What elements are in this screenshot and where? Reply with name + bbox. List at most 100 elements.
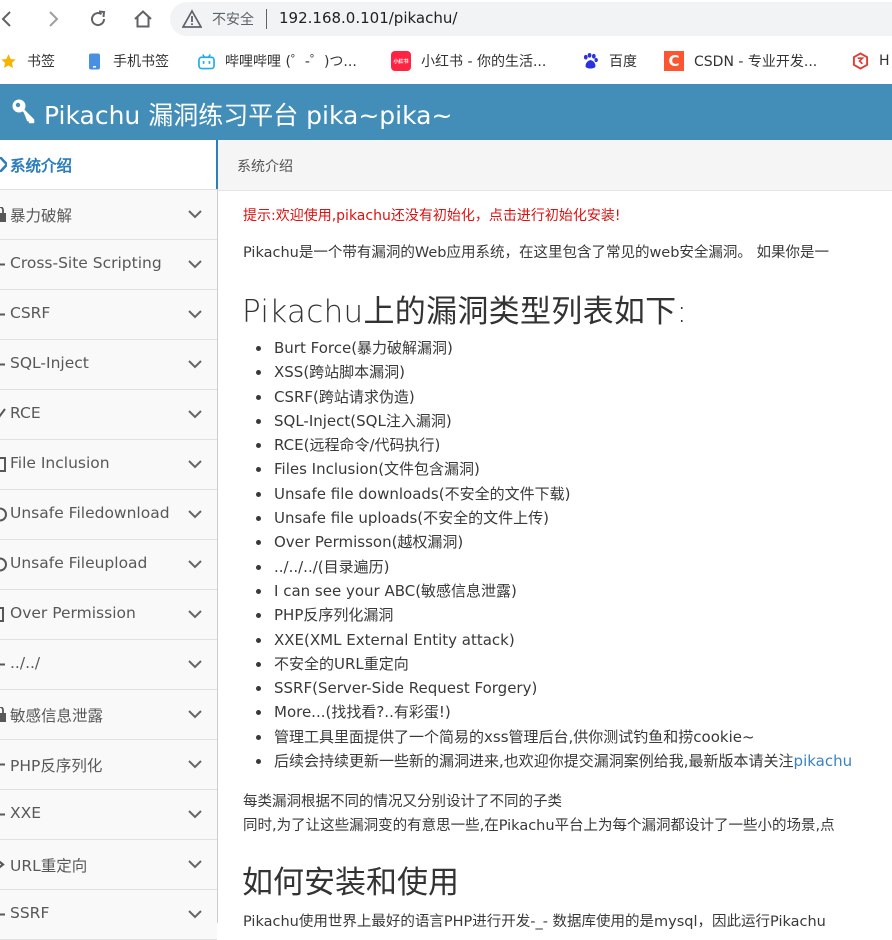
warning-icon[interactable] — [182, 9, 202, 29]
bookmark-label: CSDN - 专业开发... — [694, 54, 818, 70]
list-item: Unsafe file downloads(不安全的文件下载) — [252, 482, 852, 506]
sidebar-item-label: 系统介绍 — [10, 157, 73, 175]
sidebar-item-intro[interactable]: 系统介绍 — [0, 140, 218, 190]
bookmark-bilibili[interactable]: 哔哩哔哩 (゜-゜)つ... — [198, 49, 357, 73]
bookmarks-bar: 书签 手机书签 哔哩哔哩 (゜-゜)つ... 小红书 小红书 - 你的生活...… — [0, 39, 892, 85]
sidebar-item-label: XXE — [10, 804, 42, 822]
sidebar-item-xss[interactable]: Cross-Site Scripting — [0, 240, 217, 290]
sidebar-item-xxe[interactable]: XXE — [0, 790, 217, 840]
sidebar-item-ssrf[interactable]: SSRF — [0, 890, 217, 940]
sidebar-item-url-redirect[interactable]: URL重定向 — [0, 840, 217, 890]
bullet-icon — [0, 907, 7, 922]
sidebar-item-label: SSRF — [10, 904, 50, 922]
chevron-down-icon[interactable] — [187, 308, 203, 320]
home-button[interactable] — [129, 5, 157, 33]
h-site-icon — [852, 52, 869, 70]
list-item: PHP反序列化漏洞 — [252, 603, 852, 627]
file-icon — [0, 457, 7, 472]
chevron-down-icon[interactable] — [187, 658, 203, 670]
sidebar-item-csrf[interactable]: CSRF — [0, 290, 217, 340]
chevron-down-icon[interactable] — [187, 408, 203, 420]
address-divider — [266, 9, 267, 29]
arrow-icon — [0, 157, 7, 172]
chevron-down-icon[interactable] — [187, 808, 203, 820]
sidebar-item-unsafe-fileupload[interactable]: Unsafe Fileupload — [0, 540, 217, 590]
sidebar-item-brute-force[interactable]: 暴力破解 — [0, 190, 217, 240]
list-item: XSS(跨站脚本漏洞) — [252, 360, 852, 384]
chevron-down-icon[interactable] — [187, 558, 203, 570]
bookmark-xiaohongshu[interactable]: 小红书 小红书 - 你的生活... — [391, 49, 546, 73]
bookmark-csdn[interactable]: C CSDN - 专业开发... — [664, 49, 817, 73]
chevron-down-icon[interactable] — [187, 458, 203, 470]
bookmark-label: 书签 — [27, 54, 55, 70]
list-item: Files Inclusion(文件包含漏洞) — [252, 457, 852, 481]
chevron-down-icon[interactable] — [187, 208, 203, 220]
lock-icon — [0, 707, 7, 722]
bookmark-folder-mobile[interactable]: 手机书签 — [86, 49, 169, 73]
chevron-down-icon[interactable] — [187, 908, 203, 920]
bookmark-baidu[interactable]: 百度 — [582, 49, 637, 73]
key-icon — [12, 99, 35, 124]
browser-toolbar: 不安全 192.168.0.101/pikachu/ — [0, 0, 892, 39]
app-title[interactable]: Pikachu 漏洞练习平台 pika~pika~ — [44, 96, 452, 132]
breadcrumb: 系统介绍 — [218, 140, 892, 191]
scenario-text: 同时,为了让这些漏洞变的有意思一些,在Pikachu平台上为每个漏洞都设计了一些… — [243, 818, 835, 834]
sidebar-item-php-unserialize[interactable]: PHP反序列化 — [0, 740, 217, 790]
list-item: I can see your ABC(敏感信息泄露) — [252, 579, 852, 603]
sidebar-item-label: PHP反序列化 — [10, 757, 103, 775]
chevron-down-icon[interactable] — [187, 858, 203, 870]
vuln-list-heading: Pikachu上的漏洞类型列表如下: — [242, 294, 688, 330]
sidebar-item-sql-inject[interactable]: SQL-Inject — [0, 340, 217, 390]
list-item-text: 后续会持续更新一些新的漏洞进来,也欢迎你提交漏洞案例给我,最新版本请关注 — [274, 752, 794, 771]
chevron-down-icon[interactable] — [187, 258, 203, 270]
forward-button[interactable] — [39, 5, 67, 33]
bookmark-folder-bookmarks[interactable]: 书签 — [0, 49, 55, 73]
sidebar-item-over-permission[interactable]: Over Permission — [0, 590, 217, 640]
chevron-down-icon[interactable] — [187, 608, 203, 620]
bookmark-h-site[interactable]: H — [852, 49, 890, 73]
bilibili-icon — [198, 53, 215, 70]
install-text: Pikachu使用世界上最好的语言PHP进行开发-_- 数据库使用的是mysql… — [243, 914, 826, 930]
sidebar-item-label: SQL-Inject — [10, 354, 89, 372]
list-item: Over Permisson(越权漏洞) — [252, 530, 852, 554]
redirect-icon — [0, 857, 7, 872]
star-icon — [0, 53, 17, 70]
back-arrow-icon — [1, 11, 11, 27]
pikachu-link[interactable]: pikachu — [794, 752, 853, 770]
sidebar-item-label: CSRF — [10, 304, 51, 322]
sidebar-item-rce[interactable]: RCE — [0, 390, 217, 440]
security-status[interactable]: 不安全 — [212, 9, 254, 29]
reload-button[interactable] — [84, 5, 112, 33]
mobile-bookmark-icon — [86, 53, 103, 70]
download-icon — [0, 507, 7, 522]
bullet-icon — [0, 357, 7, 372]
sidebar-item-file-inclusion[interactable]: File Inclusion — [0, 440, 217, 490]
sidebar-item-label: RCE — [10, 404, 41, 422]
xiaohongshu-icon: 小红书 — [391, 51, 411, 71]
forward-arrow-icon — [49, 11, 59, 27]
sidebar-item-dir-traversal[interactable]: ../../ — [0, 640, 217, 690]
chevron-down-icon[interactable] — [187, 508, 203, 520]
back-button[interactable] — [0, 5, 22, 33]
bookmark-label: 哔哩哔哩 (゜-゜)つ... — [225, 54, 357, 70]
sidebar-item-info-leak[interactable]: 敏感信息泄露 — [0, 690, 217, 740]
sidebar-item-label: Cross-Site Scripting — [10, 254, 162, 272]
sidebar: 系统介绍 暴力破解 Cross-Site Scripting CSRF SQL-… — [0, 140, 218, 940]
bookmark-label: H — [879, 53, 890, 69]
sidebar-item-label: 敏感信息泄露 — [10, 707, 104, 725]
home-icon — [134, 10, 152, 28]
chevron-down-icon[interactable] — [187, 758, 203, 770]
baidu-icon — [582, 52, 599, 70]
url-text[interactable]: 192.168.0.101/pikachu/ — [279, 9, 457, 27]
chevron-down-icon[interactable] — [187, 708, 203, 720]
bookmark-label: 小红书 - 你的生活... — [421, 54, 547, 70]
app-header: Pikachu 漏洞练习平台 pika~pika~ — [0, 84, 892, 140]
chevron-down-icon[interactable] — [187, 358, 203, 370]
sidebar-item-unsafe-filedownload[interactable]: Unsafe Filedownload — [0, 490, 217, 540]
bullet-icon — [0, 257, 7, 272]
init-notice-link[interactable]: 提示:欢迎使用,pikachu还没有初始化，点击进行初始化安装! — [243, 205, 620, 225]
bullet-icon — [0, 657, 7, 672]
sidebar-item-label: File Inclusion — [10, 454, 110, 472]
list-item: 后续会持续更新一些新的漏洞进来,也欢迎你提交漏洞案例给我,最新版本请关注pika… — [252, 749, 852, 773]
sidebar-item-label: ../../ — [10, 654, 41, 672]
